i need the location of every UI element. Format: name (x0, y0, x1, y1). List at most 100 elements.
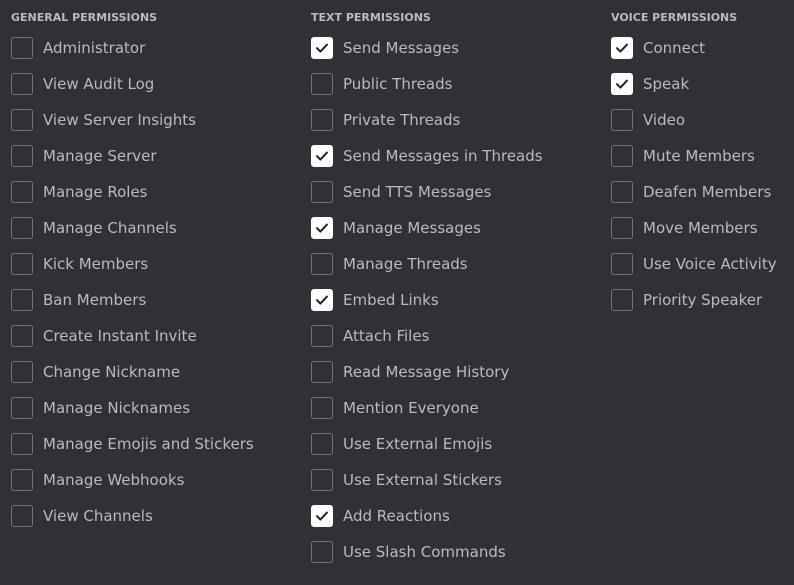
permission-label: Kick Members (43, 255, 149, 273)
permission-checkbox-view-channels[interactable] (11, 505, 33, 527)
permission-row-send-messages-in-threads[interactable]: Send Messages in Threads (311, 145, 591, 181)
permission-checkbox-send-tts-messages[interactable] (311, 181, 333, 203)
permission-checkbox-manage-webhooks[interactable] (11, 469, 33, 491)
permission-checkbox-read-message-history[interactable] (311, 361, 333, 383)
permission-row-video[interactable]: Video (611, 109, 794, 145)
permission-checkbox-ban-members[interactable] (11, 289, 33, 311)
permission-label: Speak (643, 75, 690, 93)
checkmark-icon (316, 295, 328, 305)
general-permissions-list: Administrator View Audit Log View Server I… (11, 37, 291, 541)
permission-checkbox-priority-speaker[interactable] (611, 289, 633, 311)
permission-checkbox-change-nickname[interactable] (11, 361, 33, 383)
permission-row-manage-emojis-and-stickers[interactable]: Manage Emojis and Stickers (11, 433, 291, 469)
permission-checkbox-embed-links[interactable] (311, 289, 333, 311)
permission-row-send-messages[interactable]: Send Messages (311, 37, 591, 73)
permission-row-use-slash-commands[interactable]: Use Slash Commands (311, 541, 591, 577)
permission-row-view-server-insights[interactable]: View Server Insights (11, 109, 291, 145)
permission-checkbox-manage-channels[interactable] (11, 217, 33, 239)
permission-checkbox-create-instant-invite[interactable] (11, 325, 33, 347)
permission-row-connect[interactable]: Connect (611, 37, 794, 73)
permission-row-use-external-stickers[interactable]: Use External Stickers (311, 469, 591, 505)
permission-row-use-external-emojis[interactable]: Use External Emojis (311, 433, 591, 469)
permission-label: Send Messages (343, 39, 460, 57)
permission-label: Manage Roles (43, 183, 148, 201)
permission-label: Read Message History (343, 363, 510, 381)
permission-label: View Server Insights (43, 111, 196, 129)
permission-label: View Audit Log (43, 75, 155, 93)
permission-checkbox-use-slash-commands[interactable] (311, 541, 333, 563)
permission-checkbox-administrator[interactable] (11, 37, 33, 59)
permission-row-mention-everyone[interactable]: Mention Everyone (311, 397, 591, 433)
permission-row-kick-members[interactable]: Kick Members (11, 253, 291, 289)
permission-checkbox-move-members[interactable] (611, 217, 633, 239)
permission-row-manage-channels[interactable]: Manage Channels (11, 217, 291, 253)
permission-label: Connect (643, 39, 706, 57)
permission-checkbox-private-threads[interactable] (311, 109, 333, 131)
permission-checkbox-manage-server[interactable] (11, 145, 33, 167)
permission-row-embed-links[interactable]: Embed Links (311, 289, 591, 325)
permission-checkbox-mute-members[interactable] (611, 145, 633, 167)
permission-row-change-nickname[interactable]: Change Nickname (11, 361, 291, 397)
general-permissions-title: GENERAL PERMISSIONS (11, 11, 158, 24)
permission-checkbox-view-server-insights[interactable] (11, 109, 33, 131)
permission-checkbox-manage-nicknames[interactable] (11, 397, 33, 419)
permission-row-view-channels[interactable]: View Channels (11, 505, 291, 541)
permission-row-private-threads[interactable]: Private Threads (311, 109, 591, 145)
permission-row-mute-members[interactable]: Mute Members (611, 145, 794, 181)
permission-checkbox-manage-roles[interactable] (11, 181, 33, 203)
permission-row-attach-files[interactable]: Attach Files (311, 325, 591, 361)
permission-checkbox-attach-files[interactable] (311, 325, 333, 347)
permission-row-read-message-history[interactable]: Read Message History (311, 361, 591, 397)
permission-checkbox-manage-threads[interactable] (311, 253, 333, 275)
permission-checkbox-public-threads[interactable] (311, 73, 333, 95)
permission-label: Manage Server (43, 147, 157, 165)
permission-row-create-instant-invite[interactable]: Create Instant Invite (11, 325, 291, 361)
checkmark-icon (316, 151, 328, 161)
permission-row-view-audit-log[interactable]: View Audit Log (11, 73, 291, 109)
permission-row-manage-messages[interactable]: Manage Messages (311, 217, 591, 253)
permission-label: Priority Speaker (643, 291, 763, 309)
permission-row-administrator[interactable]: Administrator (11, 37, 291, 73)
permission-row-use-voice-activity[interactable]: Use Voice Activity (611, 253, 794, 289)
permission-checkbox-speak[interactable] (611, 73, 633, 95)
permission-row-manage-webhooks[interactable]: Manage Webhooks (11, 469, 291, 505)
permission-label: Video (643, 111, 686, 129)
checkmark-icon (616, 43, 628, 53)
permission-checkbox-manage-messages[interactable] (311, 217, 333, 239)
checkmark-icon (316, 223, 328, 233)
permissions-panel: GENERAL PERMISSIONS Administrator View Au… (0, 0, 794, 585)
permission-row-deafen-members[interactable]: Deafen Members (611, 181, 794, 217)
permission-label: Use External Stickers (343, 471, 502, 489)
permission-checkbox-video[interactable] (611, 109, 633, 131)
permission-checkbox-deafen-members[interactable] (611, 181, 633, 203)
permission-checkbox-use-external-stickers[interactable] (311, 469, 333, 491)
permission-label: Create Instant Invite (43, 327, 197, 345)
checkmark-icon (316, 43, 328, 53)
permission-checkbox-send-messages-in-threads[interactable] (311, 145, 333, 167)
permission-row-manage-roles[interactable]: Manage Roles (11, 181, 291, 217)
permission-checkbox-manage-emojis-and-stickers[interactable] (11, 433, 33, 455)
permission-row-manage-nicknames[interactable]: Manage Nicknames (11, 397, 291, 433)
permission-row-manage-threads[interactable]: Manage Threads (311, 253, 591, 289)
permission-row-send-tts-messages[interactable]: Send TTS Messages (311, 181, 591, 217)
permission-checkbox-mention-everyone[interactable] (311, 397, 333, 419)
permission-checkbox-use-external-emojis[interactable] (311, 433, 333, 455)
permission-row-ban-members[interactable]: Ban Members (11, 289, 291, 325)
permission-checkbox-view-audit-log[interactable] (11, 73, 33, 95)
permission-checkbox-kick-members[interactable] (11, 253, 33, 275)
permission-row-public-threads[interactable]: Public Threads (311, 73, 591, 109)
permission-row-speak[interactable]: Speak (611, 73, 794, 109)
permission-row-move-members[interactable]: Move Members (611, 217, 794, 253)
permission-row-manage-server[interactable]: Manage Server (11, 145, 291, 181)
permission-checkbox-add-reactions[interactable] (311, 505, 333, 527)
permission-label: Use Voice Activity (643, 255, 777, 273)
permission-row-add-reactions[interactable]: Add Reactions (311, 505, 591, 541)
permission-row-priority-speaker[interactable]: Priority Speaker (611, 289, 794, 325)
permission-checkbox-connect[interactable] (611, 37, 633, 59)
permission-label: Manage Nicknames (43, 399, 191, 417)
permission-checkbox-use-voice-activity[interactable] (611, 253, 633, 275)
voice-permissions-title: VOICE PERMISSIONS (611, 11, 738, 24)
permission-label: Embed Links (343, 291, 439, 309)
permission-label: Manage Messages (343, 219, 481, 237)
permission-checkbox-send-messages[interactable] (311, 37, 333, 59)
